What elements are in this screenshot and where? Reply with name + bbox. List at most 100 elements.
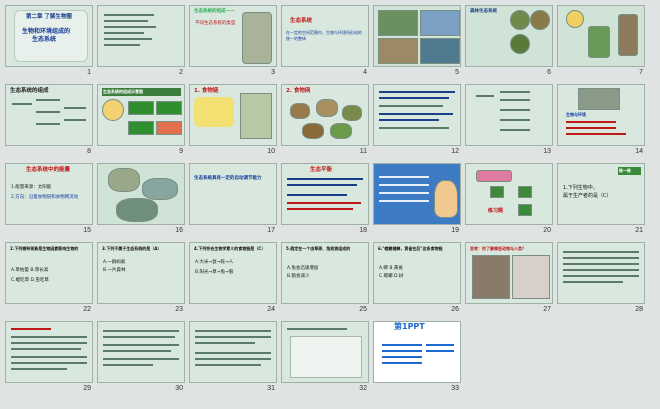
slide-thumb-12[interactable]: 12: [373, 84, 461, 164]
slide-preview: 生态平衡: [281, 163, 369, 225]
slide-title: 生态系统具有一定的自动调节能力: [194, 176, 262, 181]
slide-subtitle: 在一定的空间范围内，生物与环境所形成的统一的整体: [286, 30, 362, 41]
slide-number: 23: [175, 306, 183, 313]
slide-thumb-10[interactable]: 1. 食物链 10: [189, 84, 277, 164]
slide-preview: [557, 242, 645, 304]
slide-text-2: 属于生产者的是（C）: [563, 193, 612, 199]
slide-number: 28: [635, 306, 643, 313]
slide-number: 12: [451, 148, 459, 155]
slide-title: 2.下列哪种现象是生物因素影响生物的: [10, 246, 79, 251]
slide-thumb-32[interactable]: 32: [281, 321, 369, 401]
slide-number: 8: [87, 148, 91, 155]
slide-text-2: B.阳光→草→兔→狼: [195, 270, 234, 275]
slide-thumb-15[interactable]: 生态系统中的能量 1.能量来源：太阳能 2.方向：沿着食物链和食物网流动 15: [5, 163, 93, 243]
slide-number: 9: [179, 148, 183, 155]
slide-thumb-30[interactable]: 30: [97, 321, 185, 401]
slide-text: A.兔会迅速增加: [287, 266, 319, 271]
slide-thumb-8[interactable]: 生态系统的组成 8: [5, 84, 93, 164]
slide-title: 生态系统: [290, 18, 313, 24]
slide-preview: [5, 321, 93, 383]
slide-text: A.一群蚂蚁: [103, 260, 126, 265]
slide-subtitle: 不同生态系统的类型: [195, 21, 236, 26]
slide-preview: [465, 84, 553, 146]
slide-title: 第二章 了解生物圈: [26, 14, 72, 20]
slide-number: 21: [635, 227, 643, 234]
slide-thumb-33[interactable]: 第1PPT 33: [373, 321, 461, 401]
slide-preview: [373, 84, 461, 146]
slide-preview: [373, 5, 461, 67]
slide-title: 生态系统中的能量: [26, 167, 71, 173]
slide-number: 20: [543, 227, 551, 234]
slide-title: 第1PPT: [394, 322, 425, 331]
slide-number: 10: [267, 148, 275, 155]
slide-thumb-31[interactable]: 31: [189, 321, 277, 401]
slide-title: 思考：你了解哪些动物与人类？: [470, 246, 526, 251]
slide-thumb-28[interactable]: 28: [557, 242, 645, 322]
slide-thumb-6[interactable]: 森林生态系统 6: [465, 5, 553, 85]
slide-thumb-7[interactable]: 7: [557, 5, 645, 85]
slide-thumb-24[interactable]: 4.下列符合生物学意义的食物链是（C） A.大米→鼠→蛇→人 B.阳光→草→兔→…: [189, 242, 277, 322]
slide-thumb-9[interactable]: 生态系统的组成示意图 9: [97, 84, 185, 164]
slide-number: 30: [175, 385, 183, 392]
slide-thumb-13[interactable]: 13: [465, 84, 553, 164]
slide-number: 1: [87, 69, 91, 76]
slide-thumbnail-grid: 第二章 了解生物圈 生物和环境组成的 生态系统 1 2 生态系统的组成—— 不同…: [0, 0, 660, 409]
slide-title: 6."螳螂捕蝉，黄雀在后"这条食物链: [378, 246, 443, 251]
slide-title: 生态系统的组成: [10, 88, 49, 94]
slide-thumb-19[interactable]: 19: [373, 163, 461, 243]
slide-preview: 1. 食物链: [189, 84, 277, 146]
slide-thumb-1[interactable]: 第二章 了解生物圈 生物和环境组成的 生态系统 1: [5, 5, 93, 85]
slide-thumb-3[interactable]: 生态系统的组成—— 不同生态系统的类型 3: [189, 5, 277, 85]
slide-number: 22: [83, 306, 91, 313]
slide-preview: 练习题: [465, 163, 553, 225]
slide-title: 5.假定在一个由草原、兔和狼组成的: [286, 246, 351, 251]
slide-preview: 4.下列符合生物学意义的食物链是（C） A.大米→鼠→蛇→人 B.阳光→草→兔→…: [189, 242, 277, 304]
slide-preview: 生态系统具有一定的自动调节能力: [189, 163, 277, 225]
slide-thumb-4[interactable]: 生态系统 在一定的空间范围内，生物与环境所形成的统一的整体 4: [281, 5, 369, 85]
slide-text-2: B.一片森林: [103, 268, 126, 273]
slide-thumb-14[interactable]: 生物与环境 14: [557, 84, 645, 164]
slide-thumb-29[interactable]: 29: [5, 321, 93, 401]
slide-thumb-20[interactable]: 练习题 20: [465, 163, 553, 243]
slide-number: 6: [547, 69, 551, 76]
slide-preview: [97, 321, 185, 383]
slide-number: 15: [83, 227, 91, 234]
slide-preview: [557, 5, 645, 67]
slide-number: 2: [179, 69, 183, 76]
slide-title: 生物与环境: [566, 112, 586, 117]
slide-number: 16: [175, 227, 183, 234]
slide-preview: 森林生态系统: [465, 5, 553, 67]
slide-preview: [97, 5, 185, 67]
slide-thumb-17[interactable]: 生态系统具有一定的自动调节能力 17: [189, 163, 277, 243]
slide-number: 7: [639, 69, 643, 76]
slide-thumb-22[interactable]: 2.下列哪种现象是生物因素影响生物的 A.草枯萎 B.草长高 C.蝗吃草 D.虫…: [5, 242, 93, 322]
slide-thumb-11[interactable]: 2. 食物网 11: [281, 84, 369, 164]
slide-number: 18: [359, 227, 367, 234]
slide-number: 27: [543, 306, 551, 313]
slide-text: A.蝉 B.黄雀: [379, 266, 403, 271]
slide-number: 24: [267, 306, 275, 313]
slide-preview: 3.下列不属于生态系统的是（A） A.一群蚂蚁 B.一片森林: [97, 242, 185, 304]
slide-thumb-5[interactable]: 5: [373, 5, 461, 85]
slide-thumb-25[interactable]: 5.假定在一个由草原、兔和狼组成的 A.兔会迅速增加 B.狼会减少 25: [281, 242, 369, 322]
slide-number: 4: [363, 69, 367, 76]
slide-number: 19: [451, 227, 459, 234]
slide-text: A.大米→鼠→蛇→人: [195, 260, 234, 265]
slide-preview: 练一练 1.下列生物中， 属于生产者的是（C）: [557, 163, 645, 225]
slide-number: 14: [635, 148, 643, 155]
slide-preview: 第二章 了解生物圈 生物和环境组成的 生态系统: [5, 5, 93, 67]
slide-title: 生态平衡: [310, 167, 333, 173]
slide-thumb-27[interactable]: 思考：你了解哪些动物与人类？ 27: [465, 242, 553, 322]
slide-number: 3: [271, 69, 275, 76]
slide-title: 4.下列符合生物学意义的食物链是（C）: [194, 246, 266, 251]
slide-number: 29: [83, 385, 91, 392]
slide-thumb-16[interactable]: 16: [97, 163, 185, 243]
slide-thumb-21[interactable]: 练一练 1.下列生物中， 属于生产者的是（C） 21: [557, 163, 645, 243]
slide-preview: [189, 321, 277, 383]
slide-thumb-26[interactable]: 6."螳螂捕蝉，黄雀在后"这条食物链 A.蝉 B.黄雀 C.螳螂 D.树 26: [373, 242, 461, 322]
slide-preview: 第1PPT: [373, 321, 461, 383]
slide-thumb-18[interactable]: 生态平衡 18: [281, 163, 369, 243]
slide-thumb-23[interactable]: 3.下列不属于生态系统的是（A） A.一群蚂蚁 B.一片森林 23: [97, 242, 185, 322]
slide-preview: 2. 食物网: [281, 84, 369, 146]
slide-thumb-2[interactable]: 2: [97, 5, 185, 85]
